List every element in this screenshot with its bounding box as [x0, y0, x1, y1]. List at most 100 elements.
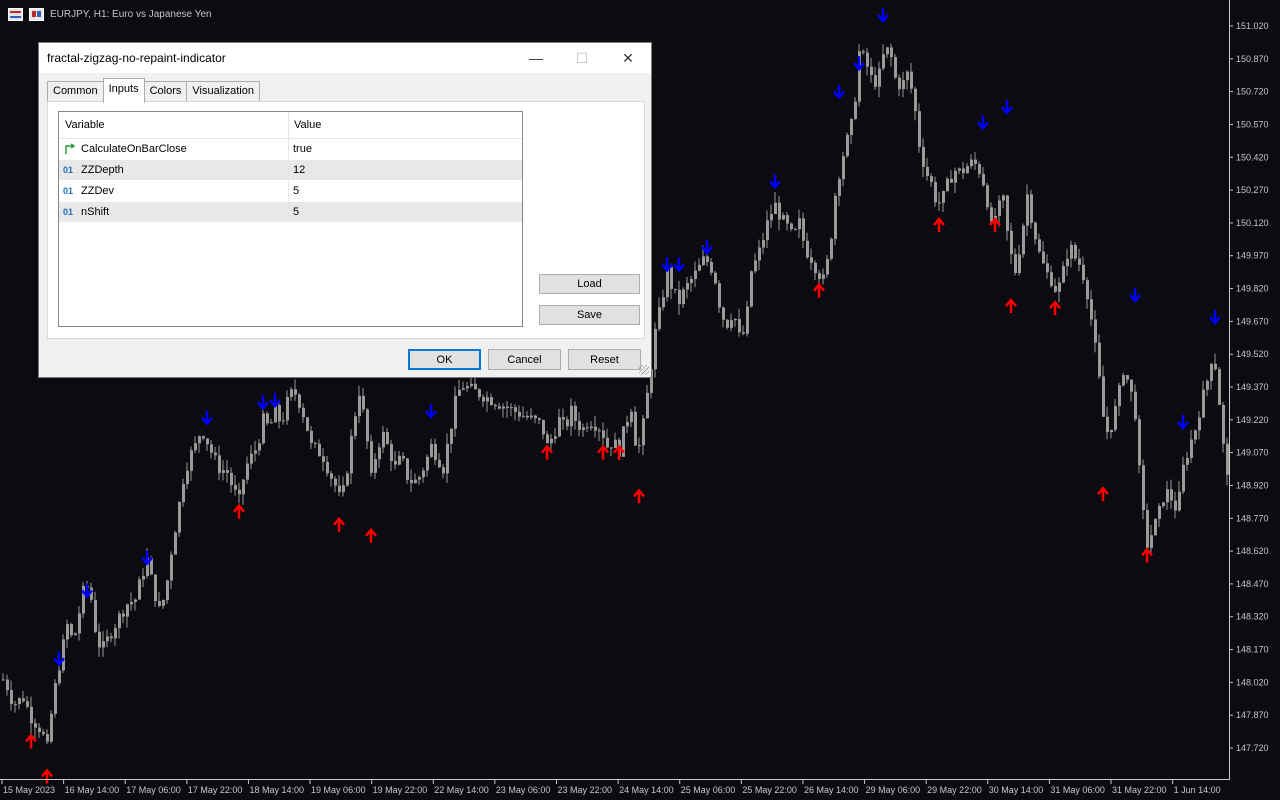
- param-value[interactable]: 5: [289, 202, 522, 222]
- load-button[interactable]: Load: [539, 274, 640, 294]
- candle: [1154, 518, 1157, 536]
- time-tick-label: 23 May 06:00: [496, 785, 551, 795]
- price-tick-label: 151.020: [1236, 21, 1269, 31]
- price-tick-label: 150.420: [1236, 152, 1269, 162]
- time-tick-label: 18 May 14:00: [249, 785, 304, 795]
- param-value[interactable]: true: [289, 139, 522, 159]
- candle: [830, 237, 833, 261]
- candle: [62, 634, 65, 673]
- candle: [178, 501, 181, 537]
- time-tick-label: 26 May 14:00: [804, 785, 859, 795]
- price-tick-label: 150.270: [1236, 185, 1269, 195]
- header-variable[interactable]: Variable: [59, 112, 289, 138]
- param-value[interactable]: 5: [289, 181, 522, 201]
- minimize-button[interactable]: —: [513, 43, 559, 73]
- candle: [82, 582, 85, 619]
- time-tick-label: 19 May 06:00: [311, 785, 366, 795]
- price-tick-label: 150.720: [1236, 87, 1269, 97]
- param-name: CalculateOnBarClose: [81, 143, 187, 155]
- price-tick-label: 149.220: [1236, 415, 1269, 425]
- price-tick-label: 149.520: [1236, 349, 1269, 359]
- flag-icon: [29, 7, 44, 21]
- candle: [750, 270, 753, 308]
- time-tick-label: 30 May 14:00: [989, 785, 1044, 795]
- param-value[interactable]: 12: [289, 160, 522, 180]
- candle: [714, 270, 717, 285]
- time-tick-label: 15 May 2023: [3, 785, 55, 795]
- candle: [846, 132, 849, 158]
- time-tick-label: 29 May 06:00: [866, 785, 921, 795]
- candle: [894, 53, 897, 80]
- grid-header: Variable Value: [59, 112, 522, 139]
- table-row[interactable]: 01 ZZDev 5: [59, 181, 522, 202]
- time-tick-label: 17 May 06:00: [126, 785, 181, 795]
- bool-param-icon: [65, 143, 76, 154]
- int-param-icon: 01: [63, 186, 74, 196]
- tab-common[interactable]: Common: [47, 81, 104, 102]
- time-tick-label: 24 May 14:00: [619, 785, 674, 795]
- time-tick-label: 31 May 06:00: [1050, 785, 1105, 795]
- price-tick-label: 149.820: [1236, 284, 1269, 294]
- price-tick-label: 148.170: [1236, 645, 1269, 655]
- price-tick-label: 147.870: [1236, 710, 1269, 720]
- candle: [634, 406, 637, 446]
- candle: [834, 192, 837, 246]
- time-tick-label: 25 May 22:00: [742, 785, 797, 795]
- int-param-icon: 01: [63, 207, 74, 217]
- time-tick-label: 22 May 14:00: [434, 785, 489, 795]
- price-tick-label: 148.770: [1236, 513, 1269, 523]
- tab-inputs[interactable]: Inputs: [102, 78, 145, 103]
- time-tick-label: 16 May 14:00: [65, 785, 120, 795]
- candle: [354, 412, 357, 440]
- candle: [174, 530, 177, 555]
- table-row[interactable]: 01 ZZDepth 12: [59, 160, 522, 181]
- inputs-panel: Variable Value CalculateOnBarClose true …: [47, 101, 645, 339]
- price-tick-label: 150.120: [1236, 218, 1269, 228]
- tab-visualization[interactable]: Visualization: [186, 81, 260, 102]
- price-tick-label: 148.620: [1236, 546, 1269, 556]
- candle: [986, 182, 989, 211]
- tab-bar: Common Inputs Colors Visualization: [47, 78, 260, 103]
- header-value[interactable]: Value: [289, 112, 522, 138]
- candle: [50, 710, 53, 744]
- candle: [1074, 242, 1077, 261]
- time-tick-label: 25 May 06:00: [681, 785, 736, 795]
- tab-colors[interactable]: Colors: [143, 81, 188, 102]
- indicator-dialog: fractal-zigzag-no-repaint-indicator — ☐ …: [38, 42, 652, 378]
- table-row[interactable]: CalculateOnBarClose true: [59, 139, 522, 160]
- price-tick-label: 150.870: [1236, 54, 1269, 64]
- price-tick-label: 149.670: [1236, 316, 1269, 326]
- price-tick-label: 149.970: [1236, 251, 1269, 261]
- chart-titlebar: EURJPY, H1: Euro vs Japanese Yen: [0, 0, 212, 28]
- candle: [406, 457, 409, 484]
- dialog-title: fractal-zigzag-no-repaint-indicator: [47, 51, 226, 65]
- time-tick-label: 1 Jun 14:00: [1174, 785, 1221, 795]
- candle: [54, 679, 57, 718]
- price-tick-label: 149.370: [1236, 382, 1269, 392]
- maximize-button[interactable]: ☐: [559, 43, 605, 73]
- candle: [1138, 415, 1141, 474]
- candle: [858, 44, 861, 107]
- resize-grip[interactable]: [639, 365, 649, 375]
- table-row[interactable]: 01 nShift 5: [59, 202, 522, 223]
- param-name: ZZDev: [81, 185, 114, 197]
- save-button[interactable]: Save: [539, 305, 640, 325]
- candle: [1218, 366, 1221, 406]
- ok-button[interactable]: OK: [408, 349, 481, 370]
- price-tick-label: 147.720: [1236, 743, 1269, 753]
- close-button[interactable]: ✕: [605, 43, 651, 73]
- candle: [346, 471, 349, 487]
- reset-button[interactable]: Reset: [568, 349, 641, 370]
- chart-menu-icon[interactable]: [8, 7, 23, 21]
- price-tick-label: 148.470: [1236, 579, 1269, 589]
- time-tick-label: 31 May 22:00: [1112, 785, 1167, 795]
- price-tick-label: 148.020: [1236, 677, 1269, 687]
- time-tick-label: 29 May 22:00: [927, 785, 982, 795]
- dialog-titlebar[interactable]: fractal-zigzag-no-repaint-indicator — ☐ …: [39, 43, 651, 73]
- candle: [138, 576, 141, 600]
- cancel-button[interactable]: Cancel: [488, 349, 561, 370]
- int-param-icon: 01: [63, 165, 74, 175]
- chart-title: EURJPY, H1: Euro vs Japanese Yen: [50, 8, 212, 20]
- price-tick-label: 149.070: [1236, 448, 1269, 458]
- time-tick-label: 19 May 22:00: [373, 785, 428, 795]
